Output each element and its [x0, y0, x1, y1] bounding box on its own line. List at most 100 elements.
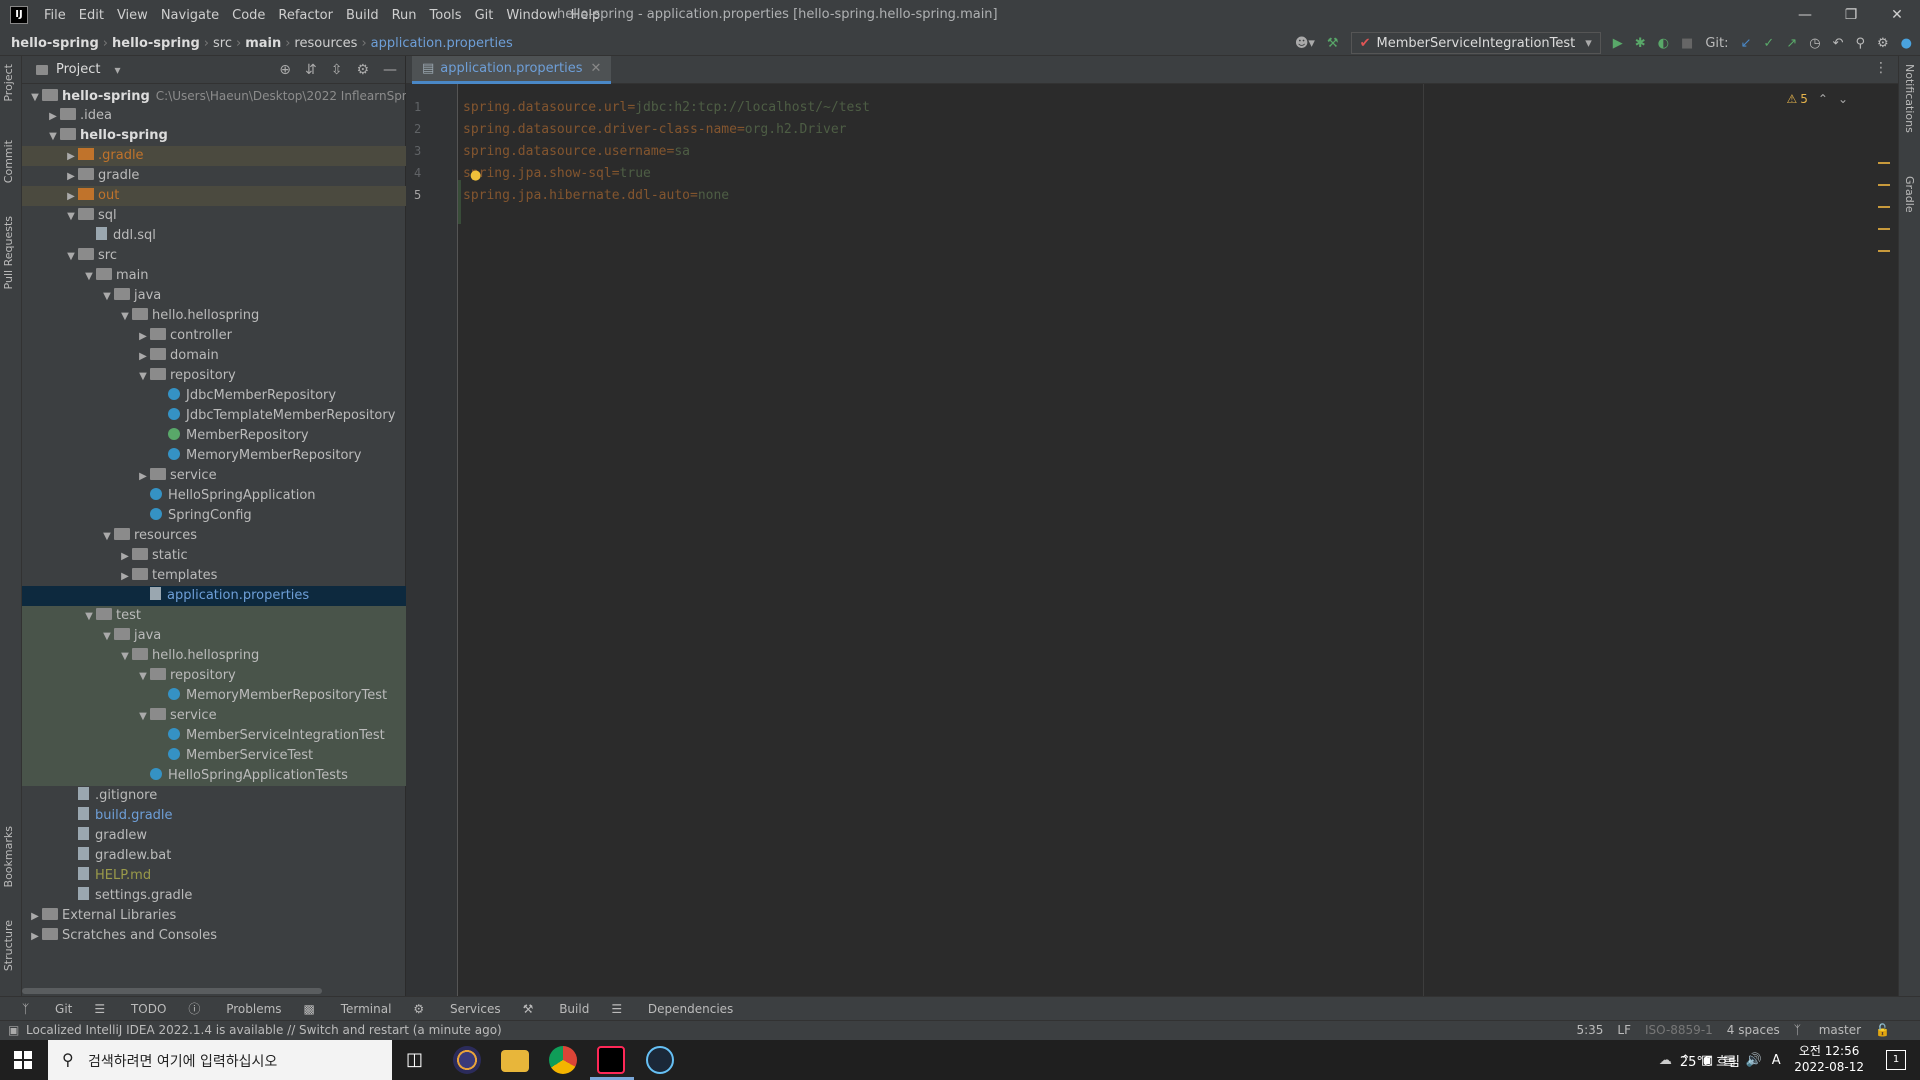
tree-item[interactable]: ▶ templates — [22, 566, 406, 586]
tree-item[interactable]: JdbcMemberRepository — [22, 386, 406, 406]
lock-icon[interactable]: 🔓 — [1875, 1023, 1890, 1037]
tree-item[interactable]: ▶ .gradle — [22, 146, 406, 166]
tree-item[interactable]: ▶ .idea — [22, 106, 406, 126]
locate-icon[interactable]: ⊕ — [279, 62, 291, 78]
restore-icon[interactable]: ❐ — [1828, 0, 1874, 30]
inspection-widget[interactable]: ⚠ 5 ⌃ ⌄ — [1786, 92, 1848, 106]
line-separator[interactable]: LF — [1617, 1023, 1631, 1037]
project-panel-title[interactable]: Project — [56, 62, 100, 77]
tree-item[interactable]: ▶ External Libraries — [22, 906, 406, 926]
tree-item[interactable]: ▼ java — [22, 626, 406, 646]
tree-item[interactable]: ddl.sql — [22, 226, 406, 246]
intellij-logo-icon[interactable]: IJ — [10, 6, 28, 24]
volume-icon[interactable]: 🔊 — [1746, 1053, 1762, 1068]
breadcrumb-item[interactable]: hello-spring — [11, 36, 99, 51]
chevron-right-icon[interactable]: ▶ — [28, 927, 42, 946]
tab-gradle[interactable]: Gradle — [1903, 176, 1916, 213]
chrome-app-icon[interactable] — [549, 1046, 577, 1074]
chevron-down-icon[interactable]: ▼ — [64, 247, 78, 266]
breadcrumb-item[interactable]: src — [213, 36, 232, 51]
tree-item[interactable]: ▼ hello-spring — [22, 126, 406, 146]
tree-item[interactable]: ▼ hello-spring C:\Users\Haeun\Desktop\2022… — [22, 86, 406, 106]
status-message[interactable]: Localized IntelliJ IDEA 2022.1.4 is avai… — [26, 1023, 502, 1037]
chevron-down-icon[interactable]: ▼ — [28, 88, 42, 106]
task-view-icon[interactable]: ◫ — [406, 1049, 423, 1070]
tree-item[interactable]: MemberServiceTest — [22, 746, 406, 766]
indent-setting[interactable]: 4 spaces — [1727, 1023, 1780, 1037]
tab-bookmarks[interactable]: Bookmarks — [2, 826, 15, 887]
code-line[interactable]: spring.datasource.url=jdbc:h2:tcp://loca… — [463, 100, 870, 115]
tree-item[interactable]: build.gradle — [22, 806, 406, 826]
chevron-down-icon[interactable]: ▼ — [118, 647, 132, 666]
tree-item[interactable]: ▶ service — [22, 466, 406, 486]
tab-project[interactable]: Project — [2, 64, 15, 102]
tree-item[interactable]: HELP.md — [22, 866, 406, 886]
intellij-app-icon[interactable] — [597, 1046, 625, 1074]
file-encoding[interactable]: ISO-8859-1 — [1645, 1023, 1713, 1037]
tree-item[interactable]: JdbcTemplateMemberRepository — [22, 406, 406, 426]
close-icon[interactable]: ✕ — [1874, 0, 1920, 30]
tree-item[interactable]: application.properties — [22, 586, 406, 606]
chevron-right-icon[interactable]: ▶ — [118, 567, 132, 586]
warning-marker[interactable] — [1878, 184, 1890, 186]
layout-icon[interactable]: ▣ — [8, 1023, 19, 1037]
menu-refactor[interactable]: Refactor — [278, 8, 333, 23]
tab-application-properties[interactable]: ▤ application.properties ✕ — [412, 56, 612, 84]
tree-item[interactable]: ▼ resources — [22, 526, 406, 546]
tree-item[interactable]: .gitignore — [22, 786, 406, 806]
tree-item[interactable]: ▼ hello.hellospring — [22, 646, 406, 666]
horizontal-scrollbar[interactable] — [22, 988, 322, 994]
chevron-down-icon[interactable]: ▼ — [136, 667, 150, 686]
rollback-icon[interactable]: ↶ — [1833, 36, 1844, 51]
display-icon[interactable]: ▣ — [1701, 1053, 1713, 1068]
lightbulb-icon[interactable]: ● — [470, 168, 481, 183]
minimize-icon[interactable]: — — [1782, 0, 1828, 30]
run-icon[interactable]: ▶ — [1613, 36, 1623, 51]
code-line[interactable]: spring.jpa.hibernate.ddl-auto=none — [463, 188, 729, 203]
menu-view[interactable]: View — [117, 8, 148, 23]
steam-app-icon[interactable] — [646, 1046, 674, 1074]
tree-item[interactable]: HelloSpringApplication — [22, 486, 406, 506]
tool-problems[interactable]: ⓘ Problems — [188, 1000, 281, 1017]
tree-item[interactable]: MemberServiceIntegrationTest — [22, 726, 406, 746]
menu-navigate[interactable]: Navigate — [161, 8, 219, 23]
chevron-right-icon[interactable]: ▶ — [136, 327, 150, 346]
tree-item[interactable]: ▶ domain — [22, 346, 406, 366]
tree-item[interactable]: ▶ static — [22, 546, 406, 566]
clock[interactable]: 오전 12:56 2022-08-12 — [1794, 1043, 1864, 1075]
breadcrumb-item[interactable]: application.properties — [371, 36, 513, 51]
tool-build[interactable]: ⚒ Build — [523, 1002, 590, 1016]
collapse-all-icon[interactable]: ⇳ — [331, 62, 343, 78]
chevron-down-icon[interactable]: ▼ — [100, 527, 114, 546]
breadcrumb-item[interactable]: hello-spring — [112, 36, 200, 51]
chevron-up-icon[interactable]: ⌃ — [1680, 1053, 1691, 1068]
tree-item[interactable]: ▶ out — [22, 186, 406, 206]
user-icon[interactable]: ☻▾ — [1295, 36, 1315, 51]
eclipse-app-icon[interactable] — [453, 1046, 481, 1074]
menu-edit[interactable]: Edit — [79, 8, 104, 23]
close-icon[interactable]: ✕ — [590, 61, 601, 76]
menu-tools[interactable]: Tools — [430, 8, 462, 23]
chevron-down-icon[interactable]: ▼ — [100, 627, 114, 646]
chevron-right-icon[interactable]: ▶ — [28, 907, 42, 926]
ime-indicator[interactable]: A — [1772, 1053, 1781, 1068]
tree-item[interactable]: HelloSpringApplicationTests — [22, 766, 406, 786]
tree-item[interactable]: MemberRepository — [22, 426, 406, 446]
code-line[interactable]: spring.jpa.show-sql=true — [463, 166, 651, 181]
git-push-icon[interactable]: ↗ — [1786, 36, 1797, 51]
chevron-down-icon[interactable]: ▼ — [136, 707, 150, 726]
tool-git[interactable]: ᛉ Git — [22, 1002, 72, 1016]
tree-item[interactable]: settings.gradle — [22, 886, 406, 906]
breadcrumb-item[interactable]: main — [245, 36, 281, 51]
stop-icon[interactable]: ■ — [1681, 36, 1693, 51]
chevron-up-icon[interactable]: ⌃ — [1818, 92, 1828, 106]
taskbar-search-box[interactable]: ⚲ 검색하려면 여기에 입력하십시오 — [48, 1040, 392, 1080]
chevron-right-icon[interactable]: ▶ — [46, 107, 60, 126]
gear-icon[interactable]: ⚙ — [356, 62, 369, 78]
notification-center-icon[interactable]: 1 — [1886, 1050, 1906, 1070]
chevron-down-icon[interactable]: ▾ — [114, 63, 120, 77]
more-icon[interactable]: ⋮ — [1874, 60, 1888, 76]
tree-item[interactable]: ▼ repository — [22, 666, 406, 686]
tree-item[interactable]: ▶ Scratches and Consoles — [22, 926, 406, 946]
tool-dependencies[interactable]: ☰ Dependencies — [611, 1002, 733, 1016]
